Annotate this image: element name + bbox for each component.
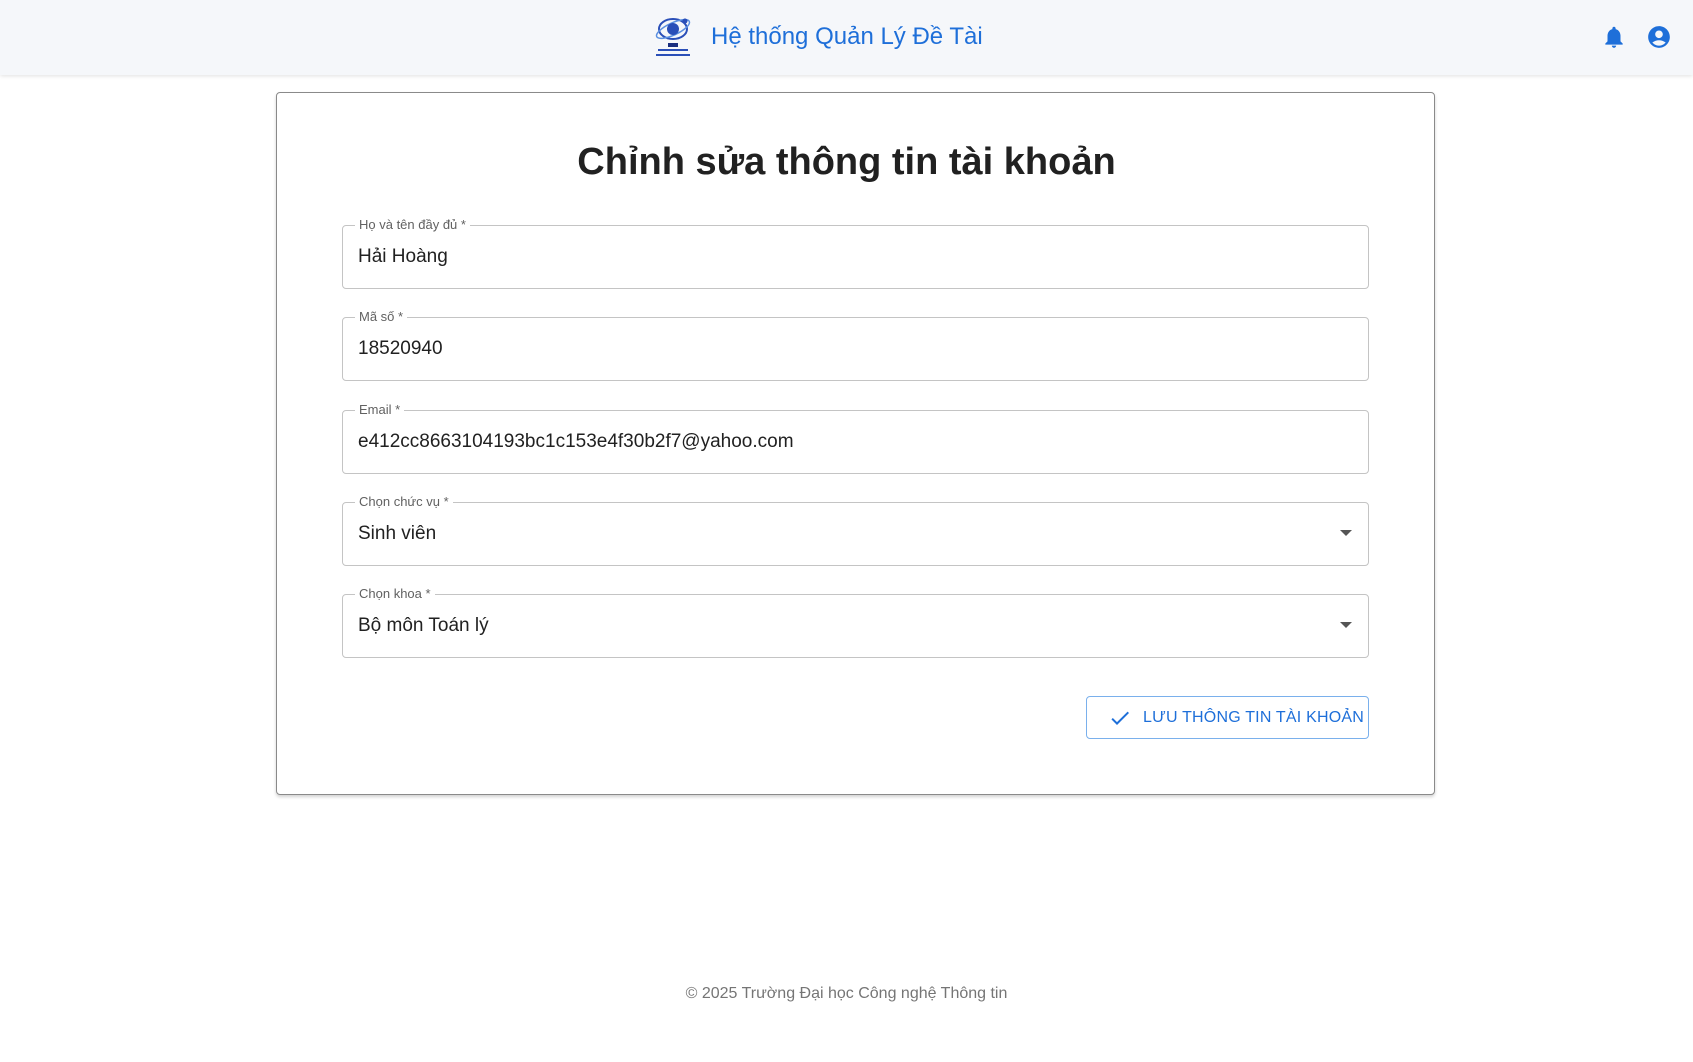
save-button-label: LƯU THÔNG TIN TÀI KHOẢN [1143,708,1364,726]
uit-logo [652,13,694,61]
bell-icon[interactable] [1601,24,1627,50]
email-value: e412cc8663104193bc1c153e4f30b2f7@yahoo.c… [358,431,794,452]
account-circle-icon[interactable] [1646,24,1672,50]
email-field[interactable]: Email * e412cc8663104193bc1c153e4f30b2f7… [342,402,1369,474]
student-id-value: 18520940 [358,338,443,359]
full-name-value: Hải Hoàng [358,246,448,267]
student-id-label: Mã số * [355,309,408,325]
check-icon [1108,706,1132,730]
faculty-value: Bộ môn Toán lý [358,615,489,636]
email-label: Email * [355,402,405,418]
position-select[interactable]: Chọn chức vụ * Sinh viên [342,494,1369,566]
footer-copyright: © 2025 Trường Đại học Công nghệ Thông ti… [685,985,1008,1002]
chevron-down-icon[interactable] [1340,622,1352,628]
position-value: Sinh viên [358,523,437,544]
app-bar: Hệ thống Quản Lý Đề Tài [0,0,1693,75]
full-name-field[interactable]: Họ và tên đầy đủ * Hải Hoàng [342,217,1369,289]
faculty-label: Chọn khoa * [355,586,435,602]
faculty-select[interactable]: Chọn khoa * Bộ môn Toán lý [342,586,1369,658]
full-name-label: Họ và tên đầy đủ * [355,217,470,233]
app-title: Hệ thống Quản Lý Đề Tài [711,23,983,50]
save-account-button[interactable]: LƯU THÔNG TIN TÀI KHOẢN [1086,696,1369,739]
chevron-down-icon[interactable] [1340,530,1352,536]
brand[interactable]: Hệ thống Quản Lý Đề Tài [652,12,983,62]
student-id-field[interactable]: Mã số * 18520940 [342,309,1369,381]
page-title: Chỉnh sửa thông tin tài khoản [577,141,1116,183]
position-label: Chọn chức vụ * [355,494,453,510]
